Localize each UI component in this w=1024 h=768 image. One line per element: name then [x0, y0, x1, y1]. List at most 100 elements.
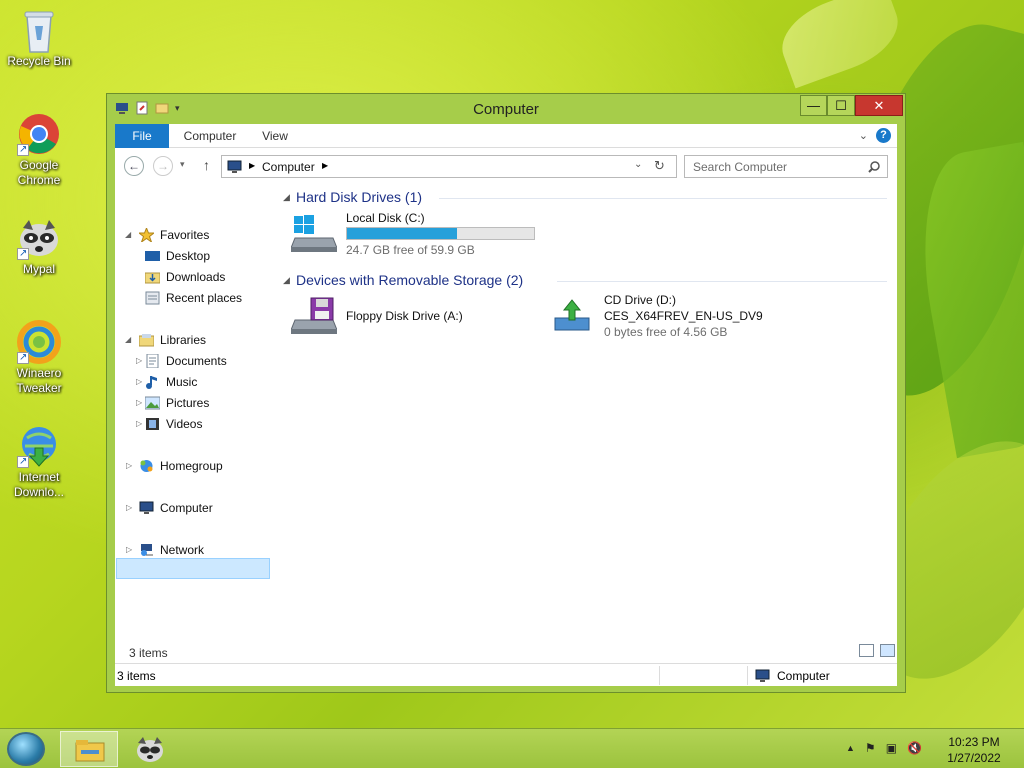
nav-item-downloads[interactable]: Downloads: [135, 267, 275, 287]
search-box[interactable]: Search Computer: [684, 155, 888, 178]
nav-label: Homegroup: [160, 459, 223, 473]
nav-item-videos[interactable]: ▷ Videos: [135, 414, 275, 434]
nav-label: Recent places: [166, 291, 243, 305]
desktop-icon-google-chrome[interactable]: Google Chrome: [4, 112, 74, 188]
nav-item-homegroup[interactable]: ▷ Homegroup: [125, 456, 275, 476]
search-icon[interactable]: [868, 161, 880, 173]
desktop-icon-label: Google Chrome: [17, 158, 61, 187]
tab-view[interactable]: View: [255, 124, 295, 148]
ribbon-right-controls: ⌄ ?: [859, 128, 891, 143]
address-dropdown-chevron-icon[interactable]: ⌄: [634, 159, 642, 170]
up-arrow-icon[interactable]: ↑: [203, 157, 210, 173]
forward-button[interactable]: →: [153, 156, 173, 176]
details-view-icon[interactable]: [859, 644, 874, 657]
close-button[interactable]: ✕: [855, 95, 903, 116]
help-button[interactable]: ?: [876, 128, 891, 143]
collapse-triangle-icon[interactable]: ◢: [125, 330, 135, 350]
expand-ribbon-chevron-icon[interactable]: ⌄: [859, 129, 868, 142]
computer-icon: [139, 501, 154, 515]
drive-name: CD Drive (D:): [604, 293, 676, 307]
status-location: Computer: [777, 669, 830, 683]
expand-triangle-icon[interactable]: ▷: [126, 456, 136, 476]
status-separator: [659, 666, 660, 685]
taskbar-file-explorer[interactable]: [60, 731, 118, 767]
nav-item-favorites[interactable]: ◢ Favorites: [125, 225, 275, 245]
expand-triangle-icon[interactable]: ▷: [126, 540, 136, 560]
refresh-icon[interactable]: ↻: [654, 158, 665, 174]
taskbar-mypal[interactable]: [128, 731, 172, 767]
nav-label: Downloads: [166, 270, 226, 284]
nav-label: Documents: [166, 354, 227, 368]
nav-label: Pictures: [166, 396, 210, 410]
clock[interactable]: 10:23 PM 1/27/2022: [940, 734, 1008, 766]
taskbar: ▲ ⚑ ▣ 🔇 10:23 PM 1/27/2022: [0, 728, 1024, 768]
nav-item-desktop[interactable]: Desktop: [135, 246, 275, 266]
group-header-removable-storage[interactable]: Devices with Removable Storage (2): [296, 272, 523, 288]
recycle-bin-icon: [17, 8, 61, 53]
group-divider: [557, 281, 887, 282]
search-placeholder: Search Computer: [693, 160, 788, 174]
action-center-flag-icon[interactable]: ⚑: [865, 741, 876, 755]
breadcrumb-separator-icon[interactable]: ▶: [322, 161, 328, 170]
address-bar[interactable]: ▶ Computer ▶ ⌄ ↻: [221, 155, 677, 178]
content-pane: ◢ Hard Disk Drives (1) Local Disk (C:) 2…: [281, 184, 895, 644]
desktop-icon-label: Internet Downlo...: [13, 470, 65, 499]
large-icons-view-icon[interactable]: [880, 644, 895, 657]
minimize-button[interactable]: —: [800, 95, 827, 116]
status-bar: 3 items Computer: [115, 663, 897, 686]
back-button[interactable]: ←: [124, 156, 144, 176]
collapse-triangle-icon[interactable]: ◢: [125, 225, 135, 245]
desktop-icon-recycle-bin[interactable]: Recycle Bin: [4, 8, 74, 69]
start-button[interactable]: [7, 732, 45, 766]
nav-item-network[interactable]: ▷ Network: [125, 540, 275, 560]
nav-selection-highlight: [116, 558, 270, 579]
nav-item-libraries[interactable]: ◢ Libraries: [125, 330, 275, 350]
drive-item-cd-d[interactable]: CD Drive (D:) CES_X64FREV_EN-US_DV9 0 by…: [551, 293, 791, 344]
network-icon: [139, 543, 154, 557]
network-icon[interactable]: ▣: [886, 741, 897, 755]
clock-time: 10:23 PM: [948, 735, 1000, 749]
downloads-folder-icon: [144, 270, 161, 284]
tab-file[interactable]: File: [115, 124, 169, 148]
shortcut-arrow-icon: [17, 454, 29, 469]
shortcut-arrow-icon: [17, 142, 29, 157]
ribbon-tabs: File Computer View ⌄ ?: [115, 124, 897, 148]
title-bar[interactable]: ▾ Computer — ☐ ✕: [107, 94, 905, 124]
globe-download-icon: [17, 424, 61, 469]
nav-item-documents[interactable]: ▷ Documents: [135, 351, 275, 371]
drive-item-local-disk-c[interactable]: Local Disk (C:) 24.7 GB free of 59.9 GB: [289, 210, 549, 262]
nav-label: Videos: [166, 417, 203, 431]
volume-label: CES_X64FREV_EN-US_DV9: [604, 309, 763, 323]
desktop-icon-internet-download-manager[interactable]: Internet Downlo...: [4, 424, 74, 500]
clock-date: 1/27/2022: [947, 751, 1001, 765]
maximize-button[interactable]: ☐: [827, 95, 855, 116]
nav-item-music[interactable]: ▷ Music: [135, 372, 275, 392]
shortcut-arrow-icon: [17, 246, 29, 261]
breadcrumb-separator-icon: ▶: [249, 161, 256, 170]
volume-muted-icon[interactable]: 🔇: [907, 741, 922, 755]
collapse-group-icon[interactable]: ◢: [283, 192, 290, 203]
nav-item-pictures[interactable]: ▷ Pictures: [135, 393, 275, 413]
items-count: 3 items: [129, 646, 168, 660]
documents-icon: [145, 353, 160, 369]
drive-item-floppy-a[interactable]: Floppy Disk Drive (A:): [289, 294, 509, 342]
group-header-hard-disk-drives[interactable]: Hard Disk Drives (1): [296, 189, 422, 205]
status-items-count: 3 items: [117, 669, 156, 683]
nav-item-computer[interactable]: ▷ Computer: [125, 498, 275, 518]
tab-computer[interactable]: Computer: [177, 124, 243, 148]
group-divider: [439, 198, 887, 199]
recent-locations-chevron-icon[interactable]: ▾: [180, 159, 185, 170]
desktop-icon: [145, 249, 160, 263]
drive-usage-fill: [347, 228, 458, 239]
show-hidden-icons-chevron-icon[interactable]: ▲: [846, 743, 855, 753]
desktop-icon-mypal[interactable]: Mypal: [4, 216, 74, 277]
videos-icon: [145, 417, 160, 431]
desktop-icon-winaero-tweaker[interactable]: Winaero Tweaker: [4, 320, 74, 396]
computer-icon: [755, 669, 770, 682]
expand-triangle-icon[interactable]: ▷: [126, 498, 136, 518]
nav-item-recent-places[interactable]: Recent places: [135, 288, 275, 308]
breadcrumb-computer[interactable]: Computer: [262, 160, 315, 174]
music-note-icon: [145, 375, 160, 389]
pictures-icon: [144, 396, 161, 410]
collapse-group-icon[interactable]: ◢: [283, 275, 290, 286]
